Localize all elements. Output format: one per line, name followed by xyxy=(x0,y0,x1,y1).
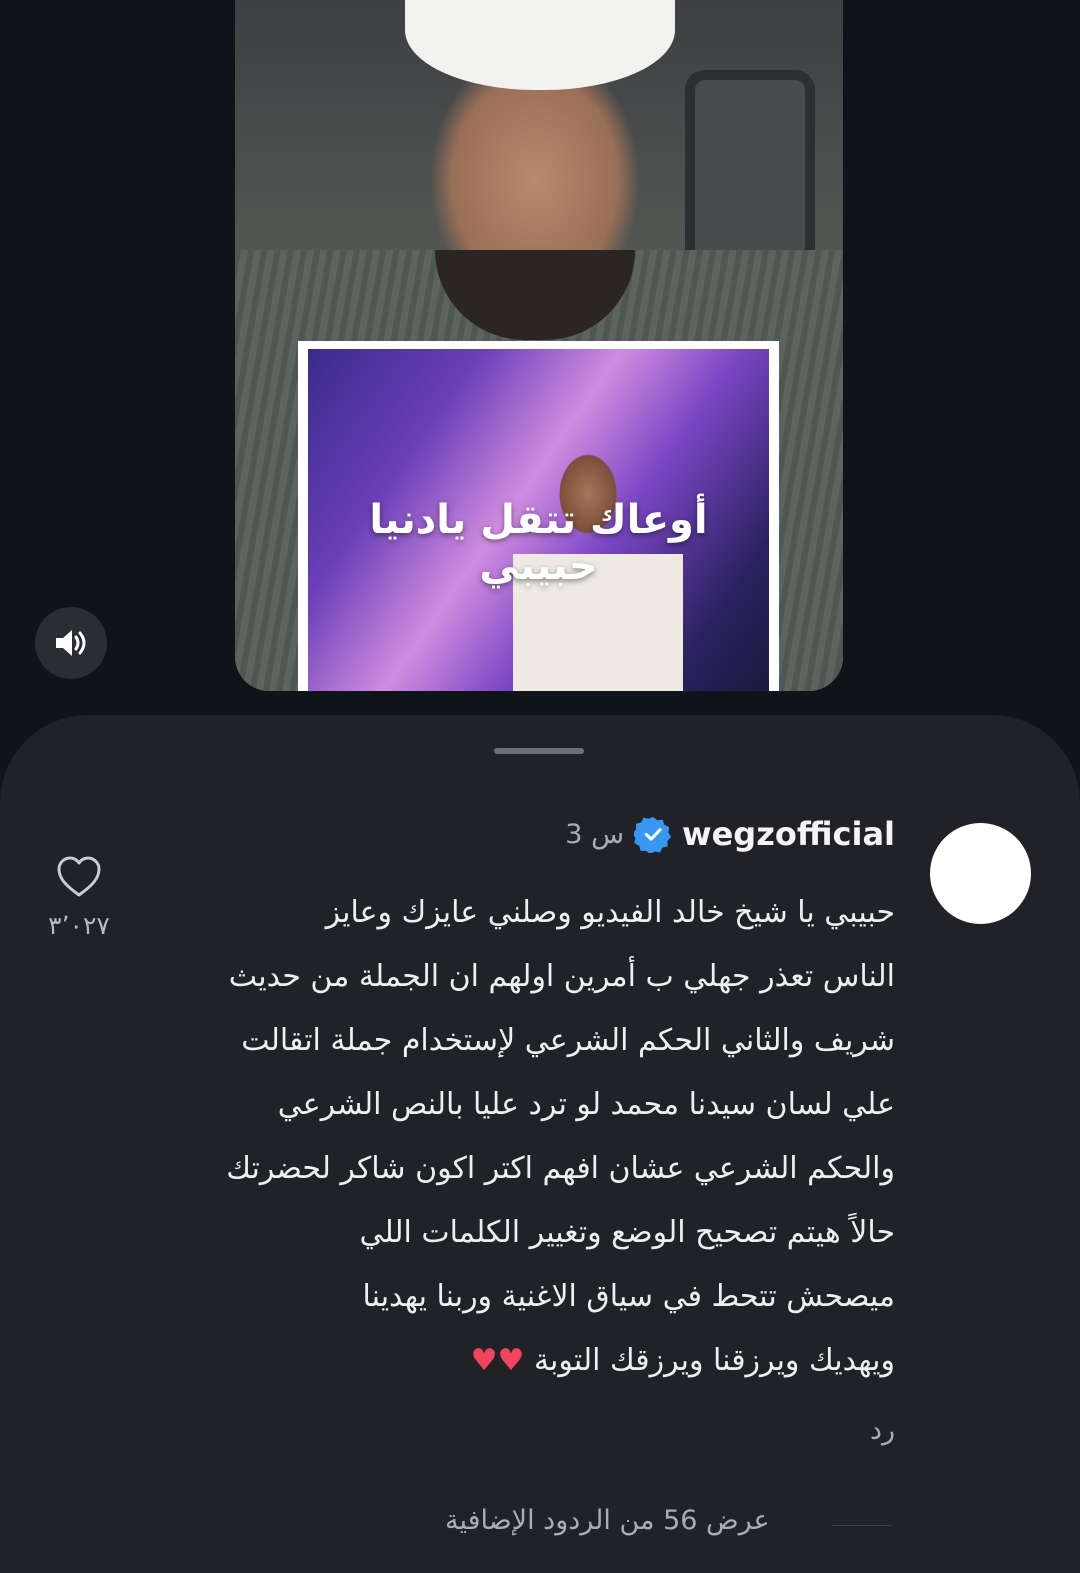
like-control: ٣٬٠٢٧ xyxy=(46,855,112,940)
sheet-drag-handle[interactable] xyxy=(494,748,584,754)
reply-button[interactable]: رد xyxy=(870,1415,895,1446)
comment-line: الناس تعذر جهلي ب أمرين اولهم ان الجملة … xyxy=(228,959,895,994)
avatar[interactable] xyxy=(930,823,1031,924)
video-person-cap xyxy=(405,0,675,90)
inset-caption: أوعاك تتقل يادنيا حبيبي xyxy=(369,497,708,589)
like-count: ٣٬٠٢٧ xyxy=(48,911,110,940)
comment-line: حالاً هيتم تصحيح الوضع وتغيير الكلمات ال… xyxy=(359,1215,895,1250)
more-replies-divider xyxy=(832,1525,892,1526)
comment-time: 3 س xyxy=(565,818,625,850)
comment-last-line-text: ويهديك ويرزقنا ويرزقك التوبة xyxy=(533,1343,895,1378)
video-background-lamp xyxy=(685,70,815,270)
comment-line: علي لسان سيدنا محمد لو ترد عليا بالنص ال… xyxy=(277,1087,895,1122)
view-more-replies-button[interactable]: عرض 56 من الردود الإضافية xyxy=(445,1505,770,1536)
comment-line: والحكم الشرعي عشان افهم اكتر اكون شاكر ل… xyxy=(226,1151,895,1186)
comment-username[interactable]: wegzofficial xyxy=(682,815,895,853)
comment-line: حبيبي يا شيخ خالد الفيديو وصلني عايزك وع… xyxy=(325,895,895,930)
comment-line: ويهديك ويرزقنا ويرزقك التوبة ♥♥ xyxy=(155,1329,895,1393)
comment-line: شريف والثاني الحكم الشرعي لإستخدام جملة … xyxy=(241,1023,895,1058)
verified-badge-icon xyxy=(634,816,672,853)
mute-toggle-button[interactable] xyxy=(35,607,107,679)
comment-header: 3 س wegzofficial xyxy=(565,812,895,856)
reels-comment-screen: أوعاك تتقل يادنيا حبيبي 3 س wegzofficial… xyxy=(0,0,1080,1573)
comment-text: حبيبي يا شيخ خالد الفيديو وصلني عايزك وع… xyxy=(155,881,895,1393)
inset-clip-image: أوعاك تتقل يادنيا حبيبي xyxy=(308,349,769,691)
speaker-volume-icon xyxy=(56,630,86,656)
comment-line: ميصحش تتحط في سياق الاغنية وربنا يهدينا xyxy=(362,1279,895,1314)
hearts-emoji: ♥♥ xyxy=(470,1343,525,1378)
video-inset-clip: أوعاك تتقل يادنيا حبيبي xyxy=(298,341,779,691)
heart-outline-icon[interactable] xyxy=(55,855,103,899)
comments-sheet: 3 س wegzofficial حبيبي يا شيخ خالد الفيد… xyxy=(0,715,1080,1573)
